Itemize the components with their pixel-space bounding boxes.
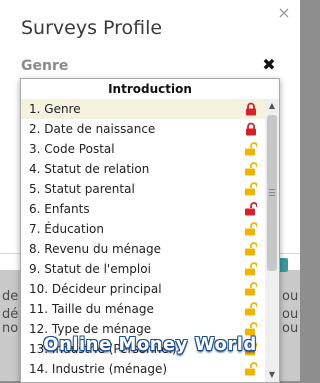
unlock-icon bbox=[245, 302, 257, 316]
unlock-icon bbox=[245, 262, 257, 276]
clear-selection-icon[interactable]: ✖ bbox=[262, 57, 276, 73]
scroll-down-icon[interactable]: ▼ bbox=[265, 368, 279, 382]
question-item-label: 11. Taille du ménage bbox=[29, 302, 154, 316]
question-item-label: 2. Date de naissance bbox=[29, 122, 156, 136]
question-item[interactable]: 5. Statut parental bbox=[21, 179, 265, 199]
question-item-label: 14. Industrie (ménage) bbox=[29, 362, 168, 376]
question-item[interactable]: 7. Éducation bbox=[21, 219, 265, 239]
question-item-label: 7. Éducation bbox=[29, 222, 105, 236]
question-item[interactable]: 1. Genre bbox=[21, 99, 265, 119]
background-row-left: de bbox=[2, 289, 19, 304]
question-item-label: 5. Statut parental bbox=[29, 182, 135, 196]
unlock-icon bbox=[245, 362, 257, 376]
question-item[interactable]: 4. Statut de relation bbox=[21, 159, 265, 179]
background-row-right: ou bbox=[282, 289, 299, 304]
scrollbar-grip bbox=[269, 189, 275, 190]
question-item[interactable]: 11. Taille du ménage bbox=[21, 299, 265, 319]
question-item[interactable]: 6. Enfants bbox=[21, 199, 265, 219]
question-item-label: 8. Revenu du ménage bbox=[29, 242, 162, 256]
question-item[interactable]: 9. Statut de l'emploi bbox=[21, 259, 265, 279]
question-item-label: 3. Code Postal bbox=[29, 142, 115, 156]
modal-title: Surveys Profile bbox=[21, 17, 163, 39]
close-icon[interactable]: × bbox=[276, 5, 292, 21]
question-item[interactable]: 8. Revenu du ménage bbox=[21, 239, 265, 259]
unlock-icon bbox=[245, 182, 257, 196]
question-item-label: 4. Statut de relation bbox=[29, 162, 150, 176]
scrollbar-thumb[interactable] bbox=[267, 115, 277, 271]
scroll-up-icon[interactable]: ▲ bbox=[265, 99, 279, 113]
question-item[interactable]: 14. Industrie (ménage) bbox=[21, 359, 265, 379]
unlock-icon bbox=[245, 242, 257, 256]
question-item-label: 6. Enfants bbox=[29, 202, 90, 216]
scrollbar-grip bbox=[269, 195, 275, 196]
question-item-label: 1. Genre bbox=[29, 102, 81, 116]
unlock-icon bbox=[245, 202, 257, 216]
question-item[interactable]: 3. Code Postal bbox=[21, 139, 265, 159]
watermark-logo: Online Money World bbox=[43, 334, 257, 355]
unlock-icon bbox=[245, 222, 257, 236]
question-item[interactable]: 2. Date de naissance bbox=[21, 119, 265, 139]
unlock-icon bbox=[245, 282, 257, 296]
group-header: Introduction bbox=[108, 82, 192, 96]
scrollbar-grip bbox=[269, 192, 275, 193]
unlock-icon bbox=[245, 142, 257, 156]
question-item-label: 10. Décideur principal bbox=[29, 282, 162, 296]
lock-icon bbox=[246, 122, 256, 136]
genre-field-label: Genre bbox=[21, 58, 69, 74]
question-item[interactable]: 10. Décideur principal bbox=[21, 279, 265, 299]
question-item-label: 9. Statut de l'emploi bbox=[29, 262, 151, 276]
lock-icon bbox=[246, 102, 256, 116]
unlock-icon bbox=[245, 162, 257, 176]
